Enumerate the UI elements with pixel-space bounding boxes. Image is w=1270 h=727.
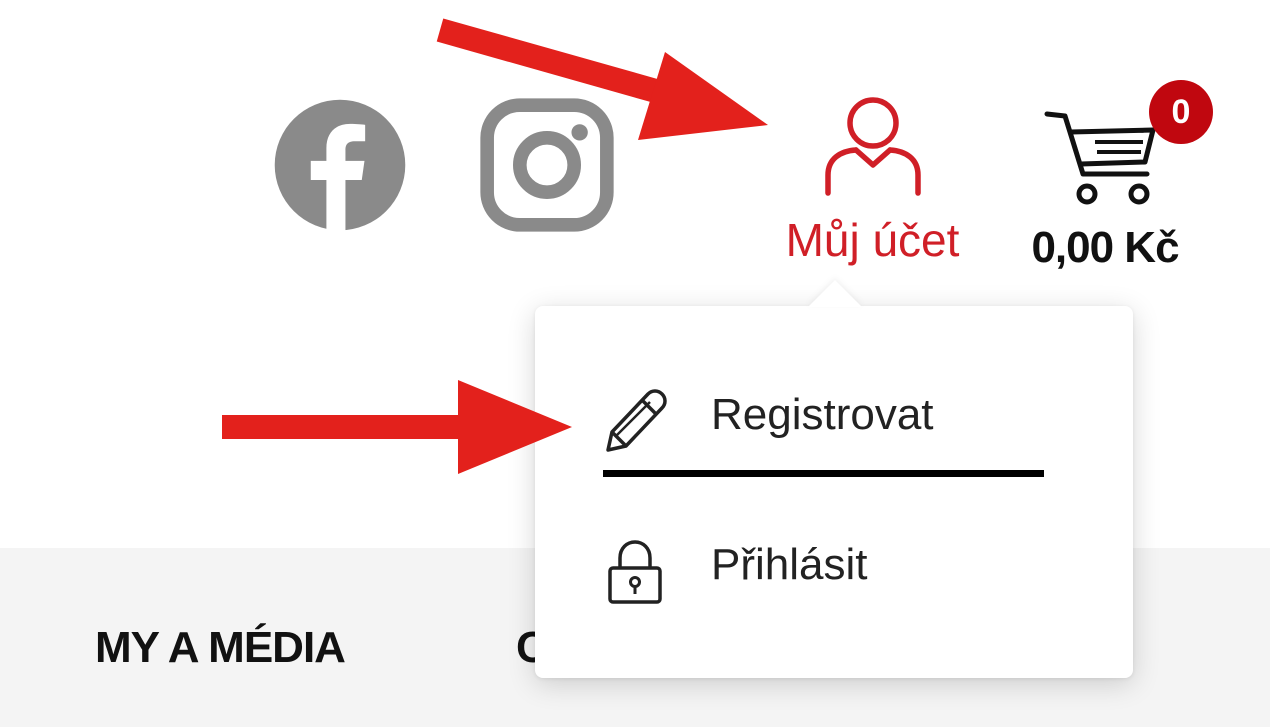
instagram-icon[interactable] [479,97,615,233]
login-label: Přihlásit [711,540,868,589]
arrow-to-register-icon [222,380,572,474]
account-button[interactable]: Můj účet [765,93,980,273]
nav-item-my-a-media[interactable]: MY A MÉDIA [95,623,346,673]
register-label: Registrovat [711,390,934,439]
cart-total: 0,00 Kč [1031,223,1179,272]
register-menu-item[interactable]: Registrovat [535,356,1133,466]
register-underline [603,470,1044,477]
dropdown-caret [808,280,862,307]
user-icon [825,97,921,196]
facebook-icon[interactable] [272,97,408,233]
lock-icon [608,540,662,604]
login-menu-item[interactable]: Přihlásit [535,506,1133,616]
cart-button[interactable]: 0 0,00 Kč [1005,80,1213,280]
cart-icon [1044,111,1156,205]
account-dropdown: Registrovat Přihlásit [535,280,1133,678]
pencil-icon [606,389,667,452]
account-label: Můj účet [785,214,960,266]
cart-count-badge: 0 [1149,80,1213,144]
